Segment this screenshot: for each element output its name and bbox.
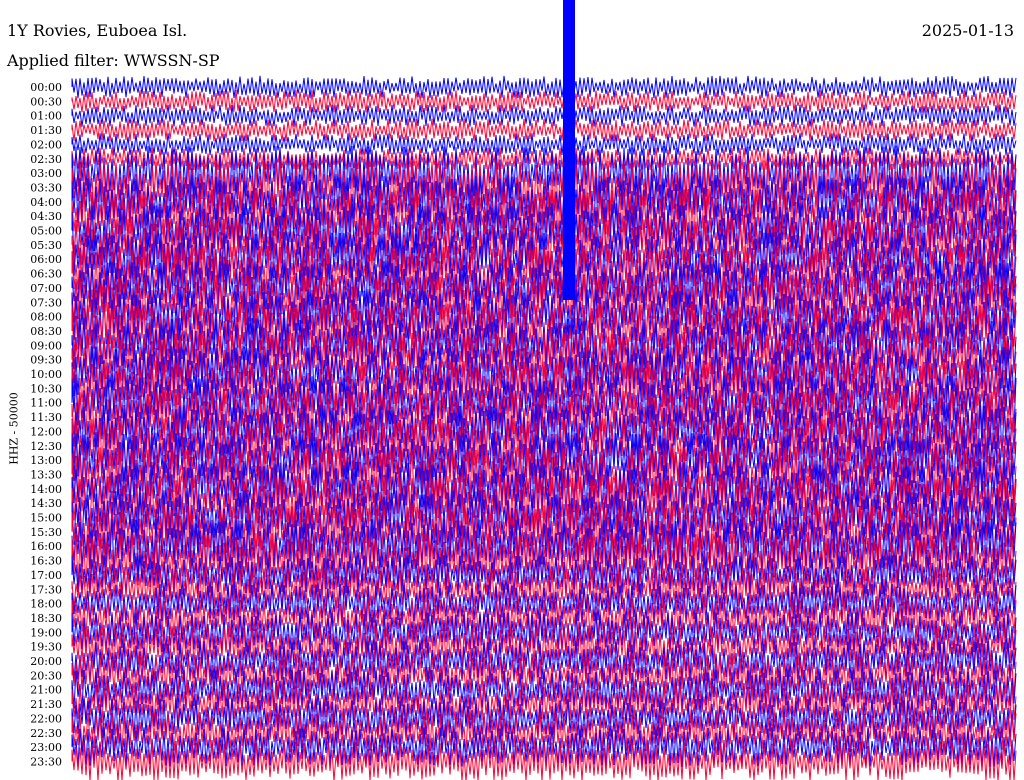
- time-label: 06:00: [30, 253, 62, 266]
- time-label: 03:30: [30, 181, 62, 194]
- time-label: 07:30: [30, 296, 62, 309]
- time-label: 03:00: [30, 167, 62, 180]
- time-label: 13:30: [30, 468, 62, 481]
- time-label: 23:30: [30, 755, 62, 768]
- time-label: 11:30: [30, 411, 62, 424]
- channel-label-text: HHZ - 50000: [7, 392, 21, 465]
- applied-filter-label: Applied filter: WWSSN-SP: [7, 51, 220, 70]
- time-label: 15:00: [30, 512, 62, 525]
- time-label: 08:30: [30, 325, 62, 338]
- time-label: 18:30: [30, 612, 62, 625]
- time-label: 21:30: [30, 698, 62, 711]
- channel-label: HHZ - 50000: [2, 392, 22, 465]
- time-label: 01:00: [30, 110, 62, 123]
- time-label: 00:30: [30, 95, 62, 108]
- time-label: 02:00: [30, 138, 62, 151]
- time-axis-labels: 00:0000:30 01:0001:3002:00 02:3003:0003:30…: [30, 81, 62, 768]
- time-label: 05:00: [30, 225, 62, 238]
- time-label: 09:30: [30, 354, 62, 367]
- time-label: 12:30: [30, 440, 62, 453]
- time-label: 15:30: [30, 526, 62, 539]
- time-label: 13:00: [30, 454, 62, 467]
- event-spike: [563, 0, 575, 300]
- time-label: 19:00: [30, 626, 62, 639]
- time-label: 19:30: [30, 641, 62, 654]
- time-label: 18:00: [30, 598, 62, 611]
- time-label: 06:30: [30, 268, 62, 281]
- helicorder-window: 00:00 00:30 01:00 01:30 02:00 02:30 03:00 03:30…: [0, 0, 1024, 780]
- time-label: 04:30: [30, 210, 62, 223]
- station-title: 1Y Rovies, Euboea Isl.: [7, 21, 188, 40]
- time-label: 08:00: [30, 311, 62, 324]
- time-label: 10:30: [30, 382, 62, 395]
- time-label: 10:00: [30, 368, 62, 381]
- time-label: 22:30: [30, 727, 62, 740]
- time-label: 11:00: [30, 397, 62, 410]
- time-label: 14:30: [30, 497, 62, 510]
- seismic-traces: [71, 0, 1017, 780]
- time-label: 01:30: [30, 124, 62, 137]
- time-label: 21:00: [30, 684, 62, 697]
- time-label: 20:30: [30, 669, 62, 682]
- time-label: 12:00: [30, 425, 62, 438]
- time-label: 07:00: [30, 282, 62, 295]
- time-label: 17:00: [30, 569, 62, 582]
- time-label: 02:30: [30, 153, 62, 166]
- record-date: 2025-01-13: [921, 21, 1014, 40]
- time-label: 16:00: [30, 540, 62, 553]
- time-label: 05:30: [30, 239, 62, 252]
- time-label: 00:00: [30, 81, 62, 94]
- time-label: 04:00: [30, 196, 62, 209]
- time-label: 22:00: [30, 712, 62, 725]
- time-label: 23:00: [30, 741, 62, 754]
- time-label: 14:00: [30, 483, 62, 496]
- time-label: 17:30: [30, 583, 62, 596]
- helicorder-plot: 00:0000:30 01:0001:3002:00 02:3003:0003:30…: [30, 0, 1017, 780]
- time-label: 09:00: [30, 339, 62, 352]
- time-label: 20:00: [30, 655, 62, 668]
- time-label: 16:30: [30, 555, 62, 568]
